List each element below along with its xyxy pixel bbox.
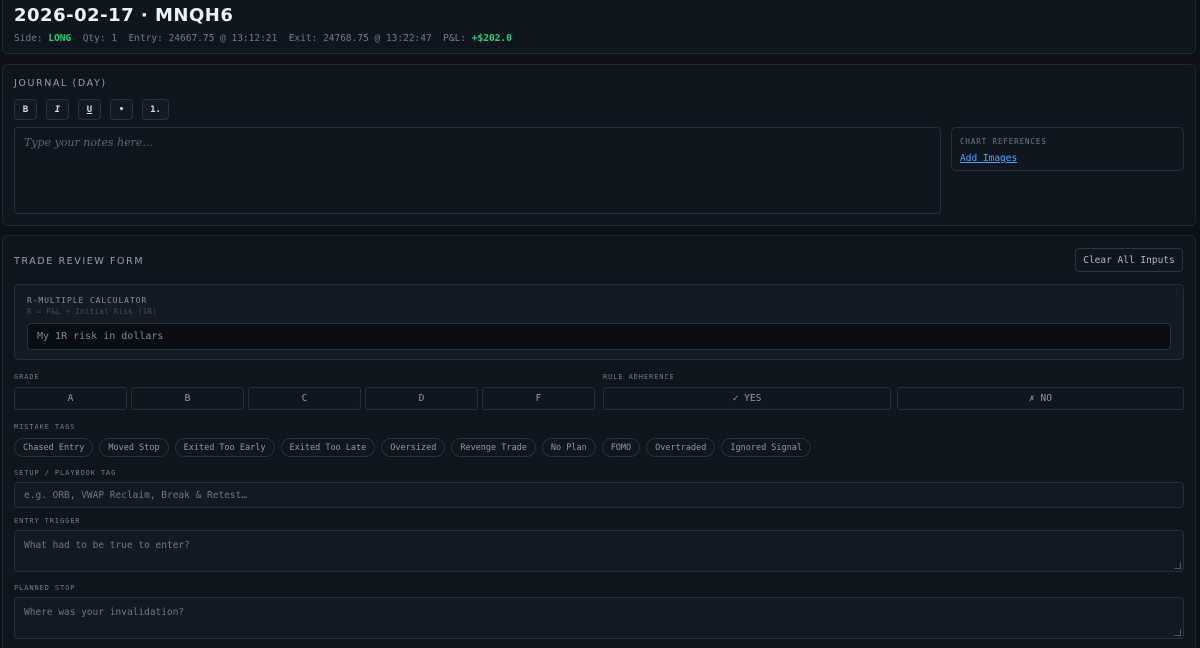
review-title: TRADE REVIEW FORM [14, 256, 145, 267]
tag-chased-entry[interactable]: Chased Entry [14, 438, 94, 457]
grade-a-button[interactable]: A [14, 387, 127, 410]
tag-revenge-trade[interactable]: Revenge Trade [451, 438, 536, 457]
qty-label: Qty: [82, 33, 106, 44]
journal-panel: JOURNAL (DAY) B I U • 1. Type your notes… [2, 64, 1196, 226]
resize-grip-icon[interactable] [1174, 629, 1181, 636]
side-label: Side: [14, 33, 43, 44]
page-title: 2026-02-17 · MNQH6 [14, 5, 234, 26]
setup-placeholder: e.g. ORB, VWAP Reclaim, Break & Retest… [24, 489, 248, 501]
journal-title: JOURNAL (DAY) [14, 78, 107, 89]
planned-stop-label: PLANNED STOP [14, 584, 76, 592]
setup-label: SETUP / PLAYBOOK TAG [14, 469, 117, 477]
notes-placeholder: Type your notes here... [24, 136, 153, 149]
numbered-list-button[interactable]: 1. [142, 99, 169, 120]
entry-trigger-placeholder: What had to be true to enter? [24, 540, 190, 551]
entry-label: Entry: [128, 33, 163, 44]
bold-icon: B [22, 104, 29, 115]
risk-input-placeholder: My 1R risk in dollars [37, 331, 164, 342]
add-images-link[interactable]: Add Images [960, 153, 1017, 164]
grade-c-button[interactable]: C [248, 387, 361, 410]
entry-trigger-label: ENTRY TRIGGER [14, 517, 81, 525]
tag-ignored-signal[interactable]: Ignored Signal [721, 438, 812, 457]
trade-review-panel: TRADE REVIEW FORM Clear All Inputs R-MUL… [2, 235, 1196, 648]
mistake-tags: Chased Entry Moved Stop Exited Too Early… [14, 438, 812, 457]
mistake-tags-label: MISTAKE TAGS [14, 423, 76, 431]
rule-no-button[interactable]: ✗ NO [897, 387, 1184, 410]
pnl-label: P&L: [443, 33, 467, 44]
r-multiple-calculator: R-MULTIPLE CALCULATOR R = P&L ÷ Initial … [14, 284, 1184, 360]
r-calc-formula: R = P&L ÷ Initial Risk (1R) [27, 307, 158, 316]
planned-stop-placeholder: Where was your invalidation? [24, 607, 185, 618]
underline-button[interactable]: U [78, 99, 101, 120]
tag-exited-too-late[interactable]: Exited Too Late [280, 438, 376, 457]
tag-no-plan[interactable]: No Plan [541, 438, 596, 457]
exit-label: Exit: [288, 33, 318, 44]
tag-overtraded[interactable]: Overtraded [646, 438, 716, 457]
chart-references: CHART REFERENCES Add Images [951, 127, 1184, 171]
grade-f-button[interactable]: F [482, 387, 595, 410]
grade-d-button[interactable]: D [365, 387, 478, 410]
planned-stop-textarea[interactable]: Where was your invalidation? [14, 597, 1184, 639]
bullet-list-button[interactable]: • [110, 99, 133, 120]
italic-icon: I [54, 104, 61, 115]
tag-oversized[interactable]: Oversized [381, 438, 446, 457]
resize-grip-icon[interactable] [1174, 562, 1181, 569]
exit-value: 24768.75 @ 13:22:47 [323, 33, 432, 44]
notes-editor[interactable]: Type your notes here... [14, 127, 941, 214]
grade-b-button[interactable]: B [131, 387, 244, 410]
rule-adherence-label: RULE ADHERENCE [603, 373, 675, 381]
formatting-toolbar: B I U • 1. [14, 99, 169, 120]
underline-icon: U [86, 104, 93, 115]
numbered-list-icon: 1. [150, 104, 161, 115]
qty-value: 1 [111, 33, 118, 44]
rule-yes-button[interactable]: ✓ YES [603, 387, 891, 410]
italic-button[interactable]: I [46, 99, 69, 120]
grade-label: GRADE [14, 373, 40, 381]
entry-value: 24667.75 @ 13:12:21 [168, 33, 278, 44]
tag-exited-too-early[interactable]: Exited Too Early [174, 438, 275, 457]
r-calc-title: R-MULTIPLE CALCULATOR [27, 296, 148, 305]
risk-input[interactable]: My 1R risk in dollars [27, 323, 1171, 350]
trade-header: 2026-02-17 · MNQH6 Side: LONG Qty: 1 Ent… [2, 0, 1196, 54]
chart-references-label: CHART REFERENCES [960, 137, 1047, 146]
side-value: LONG [48, 33, 72, 44]
tag-fomo[interactable]: FOMO [601, 438, 641, 457]
bold-button[interactable]: B [14, 99, 37, 120]
entry-trigger-textarea[interactable]: What had to be true to enter? [14, 530, 1184, 572]
pnl-value: +$202.0 [471, 33, 512, 44]
setup-input[interactable]: e.g. ORB, VWAP Reclaim, Break & Retest… [14, 482, 1184, 508]
trade-summary: Side: LONG Qty: 1 Entry: 24667.75 @ 13:1… [14, 33, 512, 44]
bullet-list-icon: • [118, 104, 125, 115]
tag-moved-stop[interactable]: Moved Stop [99, 438, 169, 457]
clear-all-button[interactable]: Clear All Inputs [1075, 248, 1183, 272]
